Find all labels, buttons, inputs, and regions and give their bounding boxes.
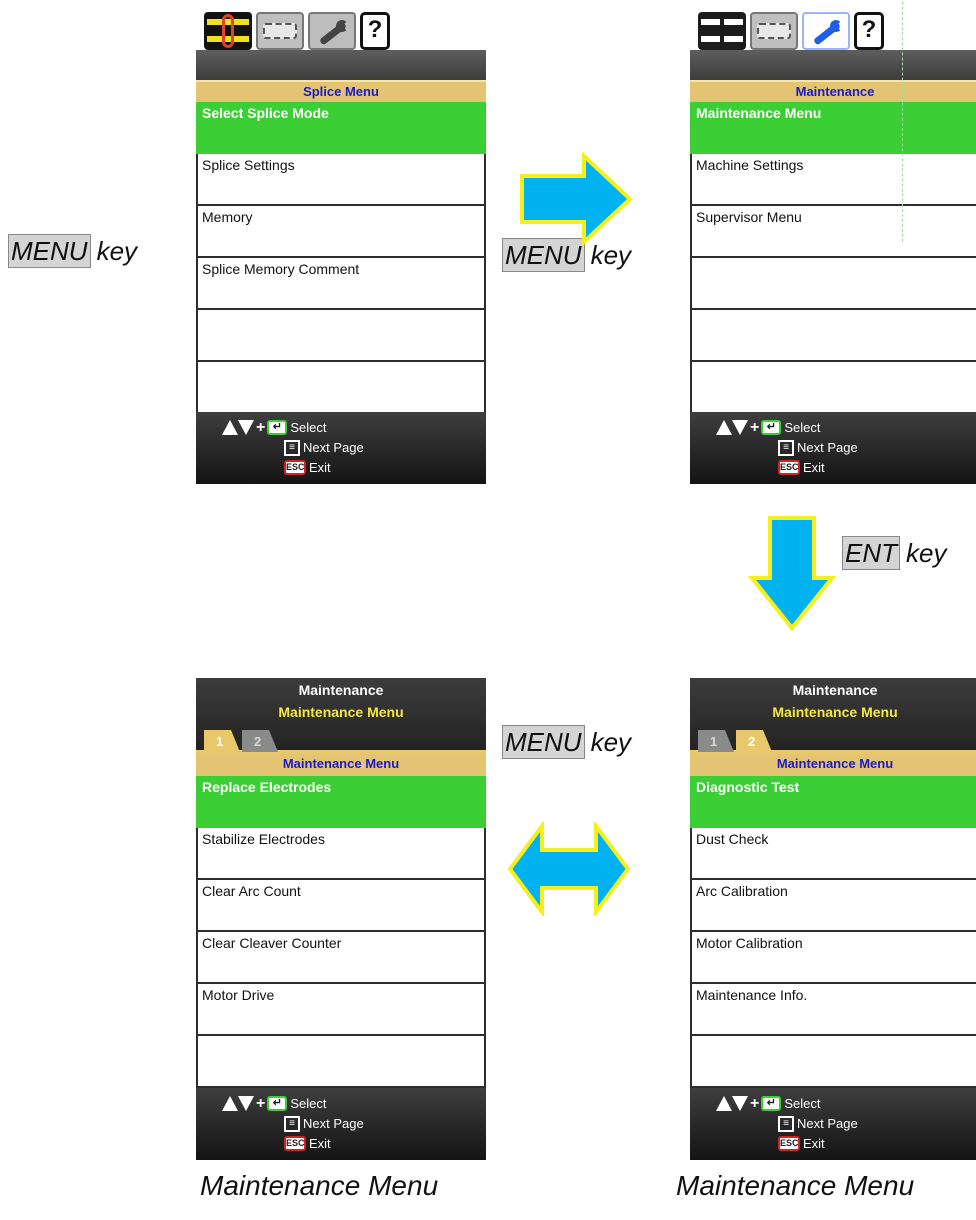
menu-row[interactable] [196,1036,486,1088]
double-arrow-icon [507,822,631,916]
section-title: Maintenance [690,80,976,102]
cursor-guide [902,2,903,242]
wrench-icon[interactable] [308,12,356,50]
section-title: Maintenance Menu [690,754,976,776]
exit-hint: Exit [803,459,825,475]
esc-key-icon: ESC [284,460,306,476]
ent-key-box: ENT [842,536,900,570]
help-icon[interactable]: ? [854,12,884,50]
heater-icon[interactable] [256,12,304,50]
page-icon: ≡ [778,439,794,456]
menu-row[interactable]: Clear Arc Count [196,880,486,932]
select-hint: Select [784,1095,821,1111]
enter-key-icon: ↵ [267,420,288,436]
menu-row[interactable] [196,310,486,362]
splice-icon[interactable] [204,12,252,50]
down-arrow-icon [732,1096,748,1112]
select-hint: Select [290,419,327,435]
select-hint: Select [290,1095,327,1111]
menu-row[interactable]: Memory [196,206,486,258]
footer-help: + ↵ Select ≡ Next Page ESC Exit [196,1088,486,1160]
exit-hint: Exit [309,459,331,475]
select-hint: Select [784,419,821,435]
up-arrow-icon [716,1096,732,1112]
menu-row[interactable]: Select Splice Mode [196,102,486,154]
menu-key-label-3: MENU key [502,725,631,759]
up-arrow-icon [222,420,238,436]
menu-row[interactable] [690,362,976,414]
maintenance-menu-page2: Maintenance Maintenance Menu 1 2 Mainten… [690,678,976,1160]
enter-key-icon: ↵ [267,1096,288,1112]
page-icon: ≡ [284,1115,300,1132]
header-subtitle: Maintenance Menu [278,704,404,720]
splice-menu-screen: ? Splice Menu Select Splice Mode Splice … [196,2,486,484]
menu-row[interactable]: Splice Memory Comment [196,258,486,310]
page-icon: ≡ [284,439,300,456]
up-arrow-icon [222,1096,238,1112]
help-icon[interactable]: ? [360,12,390,50]
footer-help: + ↵ Select ≡ Next Page ESC Exit [196,412,486,484]
ent-key-label: ENT key [842,536,946,570]
menu-row[interactable] [690,258,976,310]
down-arrow-icon [732,420,748,436]
menu-row[interactable]: Replace Electrodes [196,776,486,828]
menu-row[interactable]: Splice Settings [196,154,486,206]
next-page-hint: Next Page [303,439,364,455]
caption-right: Maintenance Menu [676,1170,915,1201]
down-arrow-icon [238,1096,254,1112]
key-word: key [906,538,947,568]
header-subtitle: Maintenance Menu [772,704,898,720]
section-title: Maintenance Menu [196,754,486,776]
down-arrow-icon [238,420,254,436]
menu-row[interactable]: Maintenance Info. [690,984,976,1036]
menu-row[interactable]: Supervisor Menu [690,206,976,258]
esc-key-icon: ESC [778,1136,800,1152]
splice-icon[interactable] [698,12,746,50]
menu-row[interactable]: Clear Cleaver Counter [196,932,486,984]
next-page-hint: Next Page [303,1115,364,1131]
menu-row[interactable]: Dust Check [690,828,976,880]
menu-row[interactable]: Motor Drive [196,984,486,1036]
header-title: Maintenance [792,682,878,698]
exit-hint: Exit [309,1135,331,1151]
menu-row[interactable]: Diagnostic Test [690,776,976,828]
menu-row[interactable]: Arc Calibration [690,880,976,932]
footer-help: + ↵ Select ≡ Next Page ESC Exit [690,1088,976,1160]
right-arrow-icon [520,152,633,246]
next-page-hint: Next Page [797,1115,858,1131]
menu-row[interactable]: Motor Calibration [690,932,976,984]
enter-key-icon: ↵ [761,1096,782,1112]
esc-key-icon: ESC [778,460,800,476]
exit-hint: Exit [803,1135,825,1151]
maintenance-screen: ? Maintenance Maintenance Menu Machine S… [690,2,976,484]
esc-key-icon: ESC [284,1136,306,1152]
heater-icon[interactable] [750,12,798,50]
menu-row[interactable]: Stabilize Electrodes [196,828,486,880]
menu-row[interactable]: Maintenance Menu [690,102,976,154]
menu-key-box: MENU [502,725,585,759]
key-word: key [590,727,632,757]
page-icon: ≡ [778,1115,794,1132]
menu-key-label-1: MENU key [8,234,137,268]
header-title: Maintenance [298,682,384,698]
menu-row[interactable] [196,362,486,414]
section-title: Splice Menu [196,80,486,102]
next-page-hint: Next Page [797,439,858,455]
key-word: key [96,236,138,266]
up-arrow-icon [716,420,732,436]
menu-row[interactable] [690,310,976,362]
enter-key-icon: ↵ [761,420,782,436]
caption-left: Maintenance Menu [200,1170,439,1201]
menu-row[interactable]: Machine Settings [690,154,976,206]
menu-row[interactable] [690,1036,976,1088]
wrench-icon[interactable] [802,12,850,50]
footer-help: + ↵ Select ≡ Next Page ESC Exit [690,412,976,484]
down-arrow-icon [748,516,836,632]
maintenance-menu-page1: Maintenance Maintenance Menu 1 2 Mainten… [196,678,486,1160]
menu-key-box: MENU [8,234,91,268]
